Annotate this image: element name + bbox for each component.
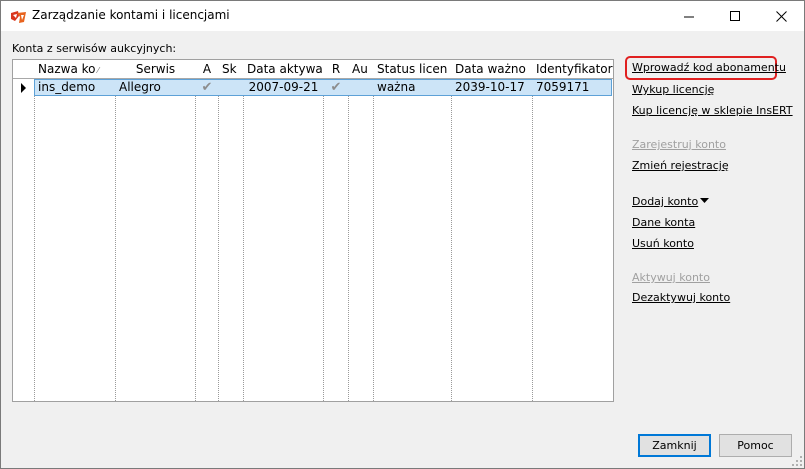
grid-divider: [348, 60, 349, 401]
register-account-link[interactable]: Zarejestruj konto: [632, 138, 726, 151]
grid-divider: [218, 60, 219, 401]
checkmark-icon: ✔: [201, 80, 213, 95]
row-pointer-icon: [21, 82, 26, 93]
column-header-activation-date[interactable]: Data aktywa: [244, 60, 323, 78]
column-header-valid-until[interactable]: Data ważno: [452, 60, 532, 78]
cell-license-status: ważna: [377, 80, 416, 94]
window-title: Zarządzanie kontami i licencjami: [32, 8, 230, 22]
enter-subscription-code-link[interactable]: Wprowadź kod abonamentu: [632, 61, 786, 74]
title-bar: Zarządzanie kontami i licencjami: [1, 1, 804, 31]
column-header-r[interactable]: R: [324, 60, 348, 78]
minimize-icon: [683, 16, 694, 17]
cell-activation-date: 2007-09-21: [248, 80, 319, 94]
app-logo-icon: [10, 9, 27, 23]
cell-r-checkbox[interactable]: ✔: [324, 79, 348, 96]
maximize-button[interactable]: [712, 1, 758, 31]
grid-divider: [195, 60, 196, 401]
grid-header: Nazwa ko ⁄ Serwis A Sk Data aktywa R Au S…: [13, 60, 613, 79]
minimize-button[interactable]: [666, 1, 712, 31]
column-header-identifier[interactable]: Identyfikator: [533, 60, 613, 78]
column-header-service[interactable]: Serwis: [116, 60, 195, 78]
grid-divider: [34, 60, 35, 401]
cell-au: [349, 79, 373, 96]
column-header-license-status[interactable]: Status licen: [374, 60, 451, 78]
grid-divider: [115, 60, 116, 401]
close-window-button[interactable]: [758, 1, 804, 31]
maximize-icon: [729, 10, 740, 21]
close-icon: [775, 10, 787, 22]
grid-divider: [243, 60, 244, 401]
deactivate-account-link[interactable]: Dezaktywuj konto: [632, 291, 730, 304]
table-row[interactable]: ins_demo Allegro ✔ 2007-09-21 ✔ ważna 20…: [13, 79, 613, 96]
column-header-a[interactable]: A: [196, 60, 218, 78]
help-button[interactable]: Pomoc: [719, 434, 792, 457]
resize-grip-icon[interactable]: [792, 456, 802, 466]
close-button[interactable]: Zamknij: [638, 434, 711, 457]
accounts-section-label: Konta z serwisów aukcyjnych:: [12, 42, 177, 55]
dialog-window: Zarządzanie kontami i licencjami Konta z…: [0, 0, 805, 469]
grid-divider: [373, 60, 374, 401]
activate-account-link[interactable]: Aktywuj konto: [632, 271, 710, 284]
cell-valid-until: 2039-10-17: [455, 80, 525, 94]
delete-account-link[interactable]: Usuń konto: [632, 237, 694, 250]
cell-identifier: 7059171: [536, 80, 590, 94]
column-header-name[interactable]: Nazwa ko ⁄: [35, 60, 115, 78]
sort-ascending-icon: ⁄: [97, 66, 99, 75]
buy-license-store-link[interactable]: Kup licencję w sklepie InsERT: [632, 104, 793, 117]
grid-divider: [451, 60, 452, 401]
dropdown-arrow-icon: [700, 198, 710, 203]
change-registration-link[interactable]: Zmień rejestrację: [632, 159, 729, 172]
accounts-grid[interactable]: Nazwa ko ⁄ Serwis A Sk Data aktywa R Au S…: [12, 59, 614, 402]
account-details-link[interactable]: Dane konta: [632, 216, 695, 229]
cell-service: Allegro: [119, 80, 161, 94]
grid-divider: [323, 60, 324, 401]
current-row-indicator: [13, 79, 34, 96]
column-header-sk[interactable]: Sk: [219, 60, 243, 78]
checkmark-icon: ✔: [330, 80, 342, 95]
cell-sk: [219, 79, 243, 96]
grid-divider: [532, 60, 533, 401]
add-account-link[interactable]: Dodaj konto: [632, 195, 710, 208]
cell-name: ins_demo: [38, 80, 96, 94]
cell-a-checkbox[interactable]: ✔: [196, 79, 218, 96]
buy-license-link[interactable]: Wykup licencję: [632, 83, 714, 96]
column-header-au[interactable]: Au: [349, 60, 373, 78]
